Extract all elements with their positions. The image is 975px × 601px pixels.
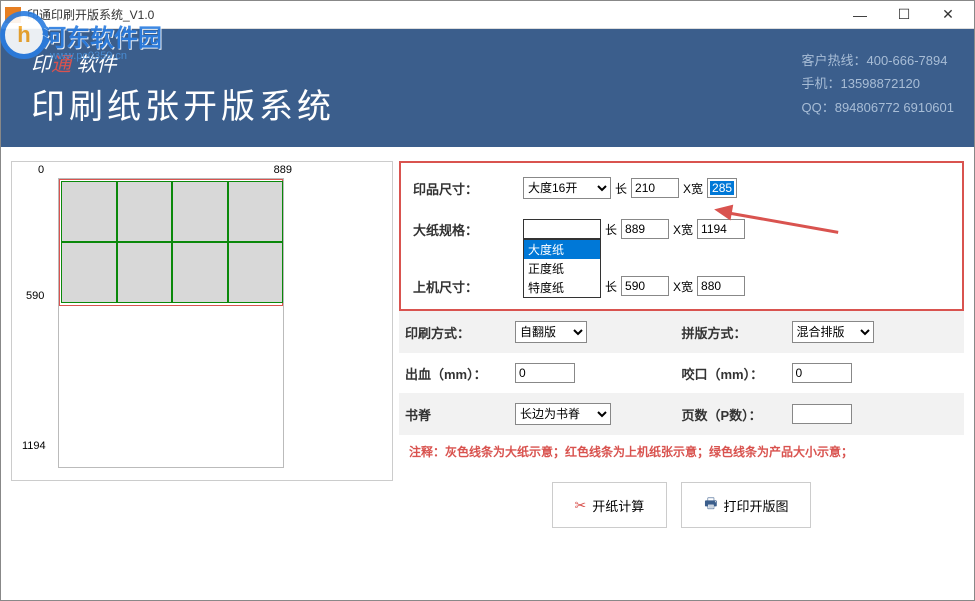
print-label: 打印开版图: [723, 496, 788, 515]
paper-spec-label: 大纸规格：: [413, 220, 523, 239]
layout-method-select[interactable]: 混合排版: [792, 321, 874, 343]
watermark-url: www.pc0359.cn: [50, 50, 127, 62]
length-char: 长: [605, 221, 617, 238]
dim-paper-height: 1194: [22, 440, 46, 452]
product-cell: [172, 242, 228, 303]
product-grid: [61, 181, 283, 303]
paper-option-tedu[interactable]: 特度纸: [524, 278, 600, 297]
length-char: 长: [605, 278, 617, 295]
paper-spec-options: 大度纸 正度纸 特度纸: [523, 239, 601, 298]
product-cell: [61, 181, 117, 242]
machine-width-input[interactable]: [697, 276, 745, 296]
bite-input[interactable]: [792, 363, 852, 383]
product-length-input[interactable]: [631, 178, 679, 198]
machine-length-input[interactable]: [621, 276, 669, 296]
product-cell: [61, 242, 117, 303]
watermark-overlay: h 河东软件园 www.pc0359.cn: [0, 0, 180, 70]
calculate-label: 开纸计算: [592, 496, 644, 515]
paper-option-dadu[interactable]: 大度纸: [524, 240, 600, 259]
width-char: X宽: [673, 278, 693, 295]
contact-qq: QQ：894806772 6910601: [801, 96, 954, 119]
contact-hotline: 客户热线：400-666-7894: [801, 49, 954, 72]
paper-outline: [58, 178, 284, 468]
product-cell: [117, 242, 173, 303]
product-cell: [117, 181, 173, 242]
printer-icon: 🖶: [704, 493, 717, 517]
watermark-text: 河东软件园: [42, 18, 162, 53]
minimize-button[interactable]: —: [838, 2, 882, 28]
product-width-input[interactable]: 285: [707, 178, 737, 198]
product-cell: [228, 181, 284, 242]
product-cell: [228, 242, 284, 303]
annotation-arrow: [720, 210, 840, 213]
paper-length-input[interactable]: [621, 219, 669, 239]
form-panel: 印品尺寸： 大度16开 长 X宽 285 大纸规格：: [399, 161, 964, 542]
spine-label: 书脊: [405, 405, 515, 424]
product-size-select[interactable]: 大度16开: [523, 177, 611, 199]
print-method-label: 印刷方式：: [405, 323, 515, 342]
contact-phone: 手机：13598872120: [801, 72, 954, 95]
highlighted-settings: 印品尺寸： 大度16开 长 X宽 285 大纸规格：: [399, 161, 964, 311]
close-button[interactable]: ✕: [926, 2, 970, 28]
contact-info: 客户热线：400-666-7894 手机：13598872120 QQ：8948…: [801, 49, 954, 119]
calculate-button[interactable]: ✂ 开纸计算: [552, 482, 668, 528]
bleed-input[interactable]: [515, 363, 575, 383]
dim-origin: 0: [38, 164, 44, 176]
pages-label: 页数（P数）：: [682, 405, 792, 424]
scissors-icon: ✂: [575, 497, 587, 514]
print-button[interactable]: 🖶 打印开版图: [681, 482, 811, 528]
watermark-logo: h: [0, 11, 48, 59]
machine-size-label: 上机尺寸：: [413, 277, 523, 296]
main-window: 印通印刷开版系统_V1.0 — ☐ ✕ 印通 软件 印刷纸张开版系统 客户热线：…: [0, 0, 975, 601]
print-method-select[interactable]: 自翻版: [515, 321, 587, 343]
legend-note: 注释：灰色线条为大纸示意；红色线条为上机纸张示意；绿色线条为产品大小示意；: [399, 435, 964, 468]
product-cell: [172, 181, 228, 242]
dim-machine-height: 590: [26, 290, 44, 302]
spine-select[interactable]: 长边为书脊: [515, 403, 611, 425]
maximize-button[interactable]: ☐: [882, 2, 926, 28]
bleed-label: 出血（mm）：: [405, 364, 515, 383]
length-char: 长: [615, 180, 627, 197]
product-size-label: 印品尺寸：: [413, 179, 523, 198]
paper-width-input[interactable]: [697, 219, 745, 239]
layout-method-label: 拼版方式：: [682, 323, 792, 342]
width-char: X宽: [673, 221, 693, 238]
width-char: X宽: [683, 180, 703, 197]
logo-main-title: 印刷纸张开版系统: [31, 79, 335, 128]
dim-paper-width: 889: [274, 164, 292, 176]
pages-input[interactable]: [792, 404, 852, 424]
paper-option-zhengdu[interactable]: 正度纸: [524, 259, 600, 278]
bite-label: 咬口（mm）：: [682, 364, 792, 383]
preview-panel: 0 889 590 1194: [11, 161, 393, 481]
paper-spec-dropdown[interactable]: 大度纸 正度纸 特度纸: [523, 219, 601, 239]
